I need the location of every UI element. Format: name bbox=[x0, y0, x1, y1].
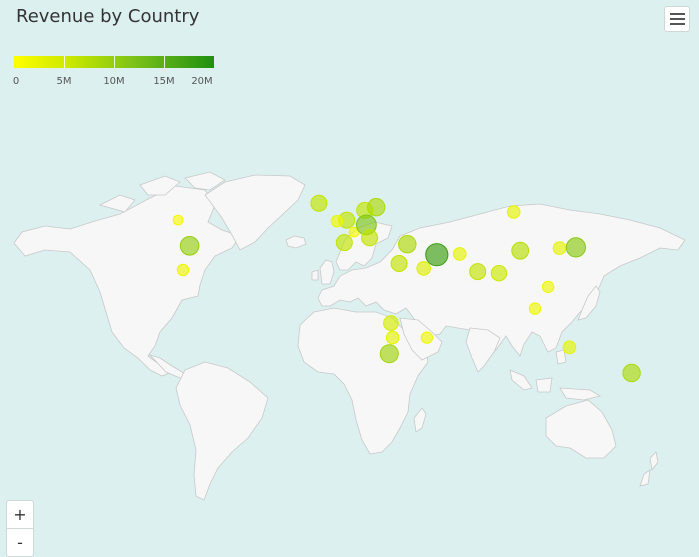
revenue-bubble[interactable] bbox=[172, 214, 184, 226]
revenue-bubble[interactable] bbox=[565, 237, 587, 258]
land-southeast-asia-islands bbox=[509, 349, 602, 401]
revenue-bubble[interactable] bbox=[552, 241, 567, 255]
land-madagascar bbox=[413, 407, 427, 433]
land-india bbox=[465, 327, 501, 373]
revenue-bubble[interactable] bbox=[385, 330, 400, 345]
revenue-bubble[interactable] bbox=[330, 215, 344, 228]
land-new-zealand bbox=[639, 451, 659, 487]
world-map[interactable] bbox=[0, 0, 699, 538]
zoom-out-button[interactable]: - bbox=[7, 528, 33, 556]
revenue-bubble[interactable] bbox=[390, 255, 408, 272]
land-south-america bbox=[175, 361, 269, 501]
revenue-bubble[interactable] bbox=[506, 205, 521, 219]
revenue-bubble[interactable] bbox=[367, 198, 386, 217]
revenue-bubble[interactable] bbox=[335, 234, 353, 252]
revenue-bubble[interactable] bbox=[383, 315, 399, 331]
revenue-bubble[interactable] bbox=[361, 229, 379, 247]
revenue-bubble[interactable] bbox=[179, 236, 200, 256]
revenue-bubble[interactable] bbox=[379, 344, 399, 364]
zoom-controls: + - bbox=[6, 500, 34, 557]
revenue-bubble[interactable] bbox=[528, 302, 542, 315]
revenue-bubble[interactable] bbox=[176, 263, 190, 277]
revenue-bubble[interactable] bbox=[622, 363, 641, 383]
revenue-bubble[interactable] bbox=[398, 235, 417, 254]
revenue-bubble[interactable] bbox=[310, 194, 328, 212]
land-australia bbox=[545, 399, 617, 459]
land-iceland bbox=[285, 235, 307, 249]
revenue-bubble[interactable] bbox=[425, 243, 449, 267]
revenue-bubble[interactable] bbox=[490, 265, 508, 282]
revenue-bubble[interactable] bbox=[416, 261, 432, 276]
revenue-bubble[interactable] bbox=[511, 241, 530, 260]
zoom-in-button[interactable]: + bbox=[7, 501, 33, 528]
revenue-bubble[interactable] bbox=[452, 247, 467, 261]
land-north-america bbox=[13, 185, 241, 377]
revenue-bubble[interactable] bbox=[469, 263, 487, 281]
revenue-bubble[interactable] bbox=[420, 331, 434, 344]
revenue-bubble[interactable] bbox=[541, 280, 555, 294]
land-british-isles bbox=[311, 259, 335, 285]
revenue-bubble[interactable] bbox=[562, 340, 577, 355]
